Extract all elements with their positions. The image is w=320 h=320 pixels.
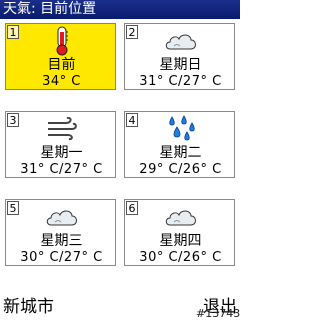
tile-day-label: 星期二 — [159, 145, 202, 161]
tile-day-label: 星期三 — [40, 233, 83, 249]
cloudy-icon — [125, 26, 236, 56]
tile-temperature: 31° C/27° C — [20, 162, 103, 177]
rain-icon — [125, 114, 236, 144]
forecast-tile-thursday[interactable]: 6 星期四 30° C/26° C — [124, 199, 235, 266]
windy-icon — [6, 114, 117, 144]
watermark-text: #13743 — [196, 307, 241, 320]
tile-temperature: 31° C/27° C — [139, 74, 222, 89]
tile-day-label: 星期一 — [40, 145, 83, 161]
cloudy-icon — [125, 202, 236, 232]
forecast-tile-today[interactable]: 1 目前 34° C — [5, 23, 116, 90]
tile-temperature: 30° C/27° C — [20, 250, 103, 265]
forecast-tile-tuesday[interactable]: 4 星期二 29° C/26° C — [124, 111, 235, 178]
forecast-tile-monday[interactable]: 3 星期一 31° C/27° C — [5, 111, 116, 178]
tile-day-label: 星期四 — [159, 233, 202, 249]
tile-temperature: 30° C/26° C — [139, 250, 222, 265]
tile-day-label: 星期日 — [159, 57, 202, 73]
tile-day-label: 目前 — [47, 57, 76, 73]
tile-temperature: 29° C/26° C — [139, 162, 222, 177]
forecast-tile-wednesday[interactable]: 5 星期三 30° C/27° C — [5, 199, 116, 266]
cloudy-icon — [6, 202, 117, 232]
window-title: 天氣: 目前位置 — [0, 0, 240, 19]
thermometer-icon — [6, 26, 117, 56]
tile-temperature: 34° C — [42, 74, 81, 89]
new-city-softkey[interactable]: 新城市 — [3, 292, 54, 317]
forecast-tile-sunday[interactable]: 2 星期日 31° C/27° C — [124, 23, 235, 90]
